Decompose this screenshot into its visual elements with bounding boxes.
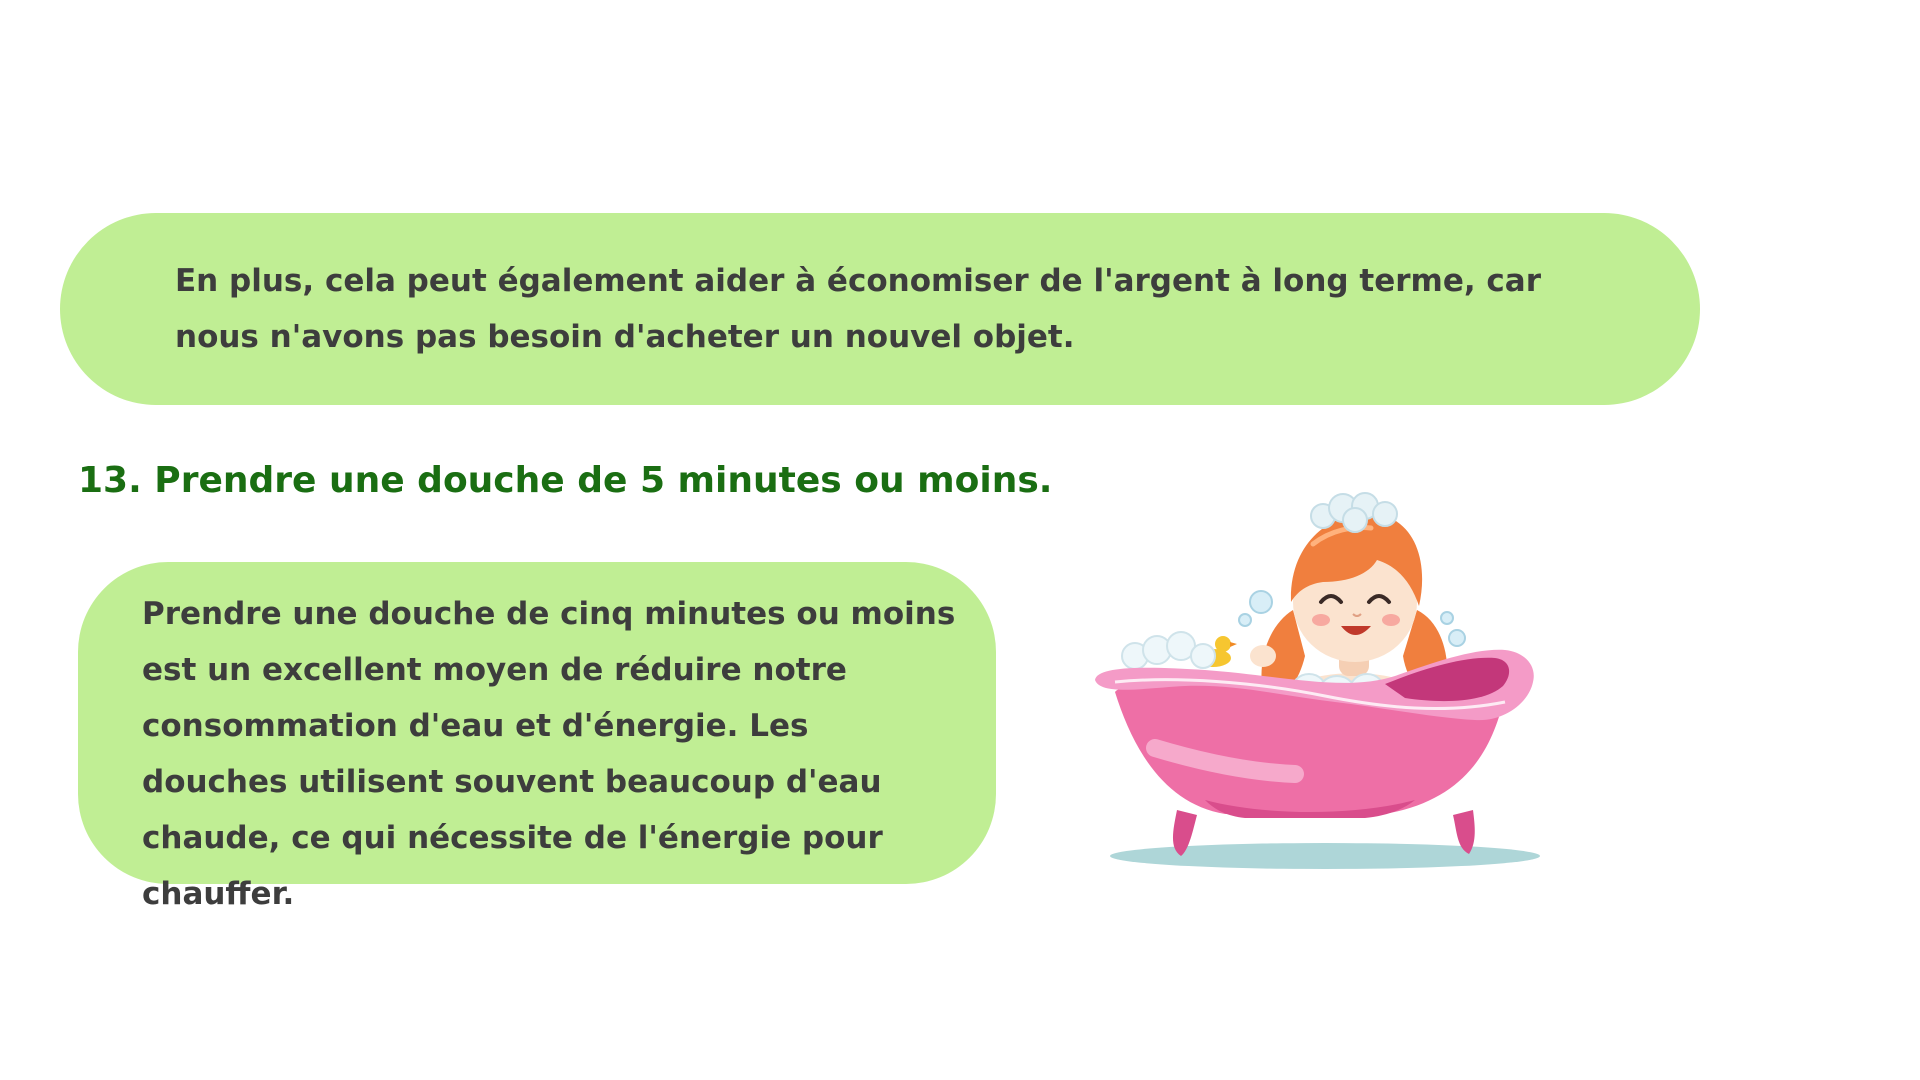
bathtub-illustration-svg	[1095, 492, 1540, 869]
tip-body-text: Prendre une douche de cinq minutes ou mo…	[142, 596, 956, 912]
slide: En plus, cela peut également aider à éco…	[0, 0, 1920, 1080]
intro-text: En plus, cela peut également aider à éco…	[175, 263, 1541, 355]
tip-heading: 13. Prendre une douche de 5 minutes ou m…	[78, 460, 1053, 501]
cheek-left	[1312, 614, 1330, 626]
girl-hand	[1250, 645, 1276, 667]
tip-text-bubble: Prendre une douche de cinq minutes ou mo…	[78, 562, 996, 912]
girl-in-bathtub-illustration	[1085, 470, 1565, 880]
head-foam	[1310, 492, 1398, 533]
intro-text-bubble: En plus, cela peut également aider à éco…	[60, 213, 1700, 405]
cheek-right	[1382, 614, 1400, 626]
